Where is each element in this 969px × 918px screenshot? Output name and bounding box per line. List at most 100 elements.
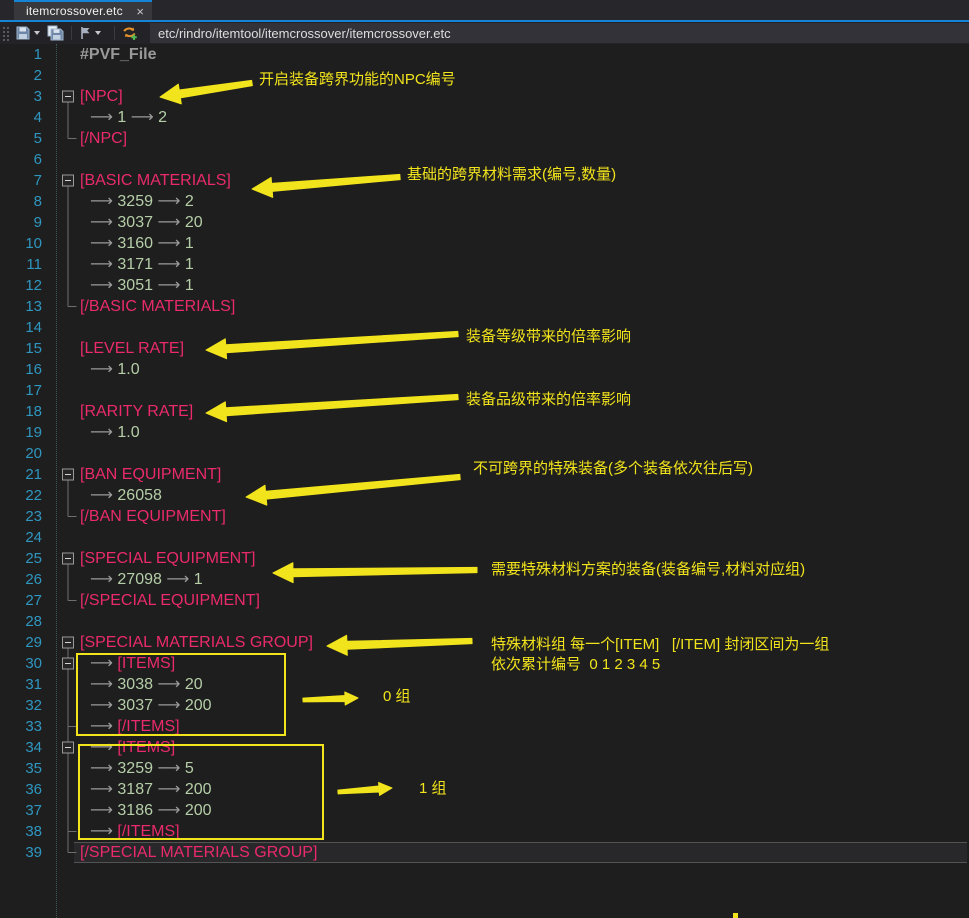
arrow-glyph: ⟶ xyxy=(157,277,180,294)
code-line[interactable]: 37⟶ 3186 ⟶ 200 xyxy=(0,800,969,821)
code-line[interactable]: 24 xyxy=(0,527,969,548)
line-number[interactable]: 13 xyxy=(0,296,42,317)
code-line[interactable]: 2 xyxy=(0,65,969,86)
fold-gutter xyxy=(42,632,80,653)
code-line[interactable]: 11⟶ 3171 ⟶ 1 xyxy=(0,254,969,275)
tag-token: [ITEMS] xyxy=(117,739,175,756)
fold-gutter xyxy=(42,464,80,485)
line-number[interactable]: 14 xyxy=(0,317,42,338)
fold-gutter xyxy=(42,149,80,170)
save-all-icon xyxy=(46,25,64,41)
arrow-glyph: ⟶ xyxy=(90,781,113,798)
tab-itemcrossover[interactable]: itemcrossover.etc × xyxy=(14,0,152,20)
grip-handle-icon[interactable] xyxy=(2,25,9,41)
line-number[interactable]: 38 xyxy=(0,821,42,842)
code-line[interactable]: 10⟶ 3160 ⟶ 1 xyxy=(0,233,969,254)
line-number[interactable]: 2 xyxy=(0,65,42,86)
code-line[interactable]: 28 xyxy=(0,611,969,632)
line-number[interactable]: 21 xyxy=(0,464,42,485)
arrow-glyph: ⟶ xyxy=(90,571,113,588)
line-number[interactable]: 19 xyxy=(0,422,42,443)
code-line[interactable]: 27[/SPECIAL EQUIPMENT] xyxy=(0,590,969,611)
fold-gutter xyxy=(42,653,80,674)
line-number[interactable]: 25 xyxy=(0,548,42,569)
code-line[interactable]: 32⟶ 3037 ⟶ 200 xyxy=(0,695,969,716)
line-number[interactable]: 12 xyxy=(0,275,42,296)
value-token: 3186 xyxy=(117,802,153,819)
code-line[interactable]: 34⟶ [ITEMS] xyxy=(0,737,969,758)
line-number[interactable]: 8 xyxy=(0,191,42,212)
line-number[interactable]: 31 xyxy=(0,674,42,695)
line-number[interactable]: 16 xyxy=(0,359,42,380)
close-icon[interactable]: × xyxy=(136,5,144,18)
code-line[interactable]: 4 ⟶ 1 ⟶ 2 xyxy=(0,107,969,128)
value-token: 1.0 xyxy=(117,361,139,378)
tag-token: [SPECIAL MATERIALS GROUP] xyxy=(80,634,313,651)
line-number[interactable]: 23 xyxy=(0,506,42,527)
line-number[interactable]: 18 xyxy=(0,401,42,422)
code-line[interactable]: 16⟶ 1.0 xyxy=(0,359,969,380)
code-line[interactable]: 3 [NPC] xyxy=(0,86,969,107)
tag-token: [/BAN EQUIPMENT] xyxy=(80,508,226,525)
code-line[interactable]: 38⟶ [/ITEMS] xyxy=(0,821,969,842)
line-number[interactable]: 26 xyxy=(0,569,42,590)
code-line[interactable]: 23 [/BAN EQUIPMENT] xyxy=(0,506,969,527)
line-number[interactable]: 29 xyxy=(0,632,42,653)
code-line[interactable]: 33⟶ [/ITEMS] xyxy=(0,716,969,737)
value-token: 200 xyxy=(185,781,212,798)
line-number[interactable]: 9 xyxy=(0,212,42,233)
code-line[interactable]: 1#PVF_File xyxy=(0,44,969,65)
line-number[interactable]: 7 xyxy=(0,170,42,191)
line-number[interactable]: 36 xyxy=(0,779,42,800)
code-line[interactable]: 31⟶ 3038 ⟶ 20 xyxy=(0,674,969,695)
line-number[interactable]: 22 xyxy=(0,485,42,506)
file-path-field[interactable]: etc/rindro/itemtool/itemcrossover/itemcr… xyxy=(150,23,969,43)
line-number[interactable]: 24 xyxy=(0,527,42,548)
line-number[interactable]: 6 xyxy=(0,149,42,170)
line-number[interactable]: 32 xyxy=(0,695,42,716)
code-text: ⟶ 1 ⟶ 2 xyxy=(80,107,969,128)
code-line[interactable]: 22⟶ 26058 xyxy=(0,485,969,506)
code-line[interactable]: 8⟶ 3259 ⟶ 2 xyxy=(0,191,969,212)
line-number[interactable]: 15 xyxy=(0,338,42,359)
line-number[interactable]: 37 xyxy=(0,800,42,821)
line-number[interactable]: 4 xyxy=(0,107,42,128)
line-number[interactable]: 17 xyxy=(0,380,42,401)
line-number[interactable]: 39 xyxy=(0,842,42,863)
line-number[interactable]: 30 xyxy=(0,653,42,674)
line-number[interactable]: 33 xyxy=(0,716,42,737)
annotation-group0: 0 组 xyxy=(383,687,411,707)
code-text: [/BASIC MATERIALS] xyxy=(80,296,969,317)
value-token: 200 xyxy=(185,802,212,819)
line-number[interactable]: 11 xyxy=(0,254,42,275)
code-line[interactable]: 35⟶ 3259 ⟶ 5 xyxy=(0,758,969,779)
line-number[interactable]: 35 xyxy=(0,758,42,779)
save-all-button[interactable] xyxy=(46,23,64,43)
code-line[interactable]: 30⟶ [ITEMS] xyxy=(0,653,969,674)
line-number[interactable]: 10 xyxy=(0,233,42,254)
annotation-smg-line1: 特殊材料组 每一个[ITEM] [/ITEM] 封闭区间为一组 xyxy=(491,635,829,655)
code-line[interactable]: 39[/SPECIAL MATERIALS GROUP] xyxy=(0,842,969,863)
navigate-dropdown-caret-icon[interactable] xyxy=(95,31,101,35)
line-number[interactable]: 5 xyxy=(0,128,42,149)
code-line[interactable]: 25[SPECIAL EQUIPMENT] xyxy=(0,548,969,569)
code-line[interactable]: 12⟶ 3051 ⟶ 1 xyxy=(0,275,969,296)
line-number[interactable]: 3 xyxy=(0,86,42,107)
fold-gutter xyxy=(42,506,80,527)
code-line[interactable]: 19⟶ 1.0 xyxy=(0,422,969,443)
code-line[interactable]: 36⟶ 3187 ⟶ 200 xyxy=(0,779,969,800)
code-line[interactable]: 26⟶ 27098 ⟶ 1 xyxy=(0,569,969,590)
code-text: [NPC] xyxy=(80,86,969,107)
save-dropdown-caret-icon[interactable] xyxy=(34,31,40,35)
sync-add-button[interactable] xyxy=(122,23,138,43)
code-line[interactable]: 9⟶ 3037 ⟶ 20 xyxy=(0,212,969,233)
line-number[interactable]: 27 xyxy=(0,590,42,611)
code-line[interactable]: 13 [/BASIC MATERIALS] xyxy=(0,296,969,317)
line-number[interactable]: 34 xyxy=(0,737,42,758)
navigate-button[interactable] xyxy=(79,23,92,43)
code-line[interactable]: 5[/NPC] xyxy=(0,128,969,149)
line-number[interactable]: 28 xyxy=(0,611,42,632)
save-button[interactable] xyxy=(15,23,31,43)
line-number[interactable]: 20 xyxy=(0,443,42,464)
line-number[interactable]: 1 xyxy=(0,44,42,65)
